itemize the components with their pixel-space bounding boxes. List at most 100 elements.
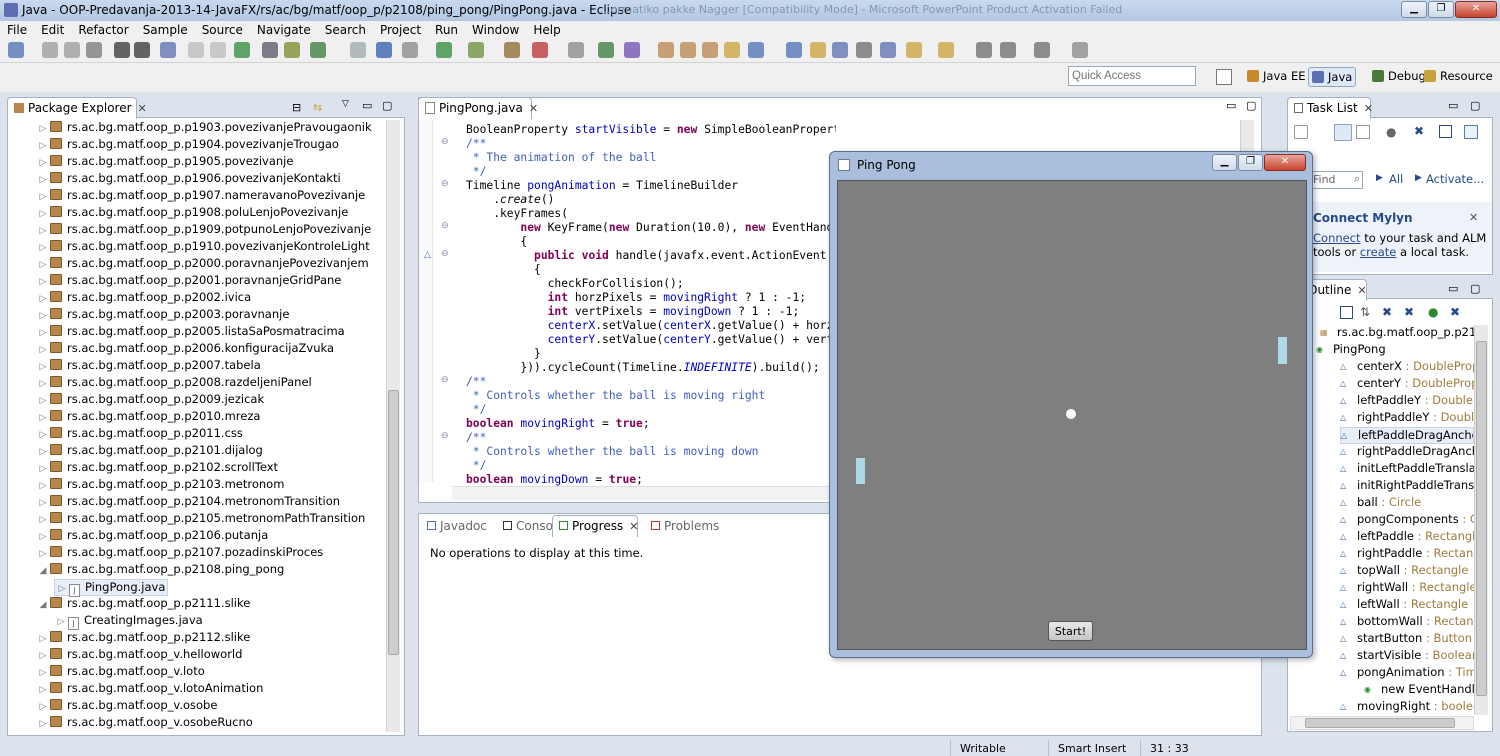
close-button[interactable]: ✕ xyxy=(1455,1,1497,18)
toolbar-button-icon[interactable] xyxy=(284,42,300,58)
maximize-view-icon[interactable]: ▢ xyxy=(1470,99,1480,112)
collapsed-arrow-icon[interactable]: ▷ xyxy=(36,294,50,304)
perspective-java[interactable]: Java xyxy=(1308,67,1357,87)
package-item[interactable]: ▷ rs.ac.bg.matf.oop_p.p2107.pozadinskiPro… xyxy=(36,545,324,562)
fold-icon[interactable]: ⊖ xyxy=(441,375,449,385)
maximize-button[interactable]: ❐ xyxy=(1428,1,1454,18)
collapsed-arrow-icon[interactable]: ▷ xyxy=(36,328,50,338)
toolbar-button-icon[interactable] xyxy=(1072,42,1088,58)
package-item[interactable]: ▷ rs.ac.bg.matf.oop_p.p2011.css xyxy=(36,426,243,443)
collapsed-arrow-icon[interactable]: ▷ xyxy=(36,243,50,253)
collapsed-arrow-icon[interactable]: ▷ xyxy=(36,430,50,440)
package-item[interactable]: ▷ rs.ac.bg.matf.oop_p.p2010.mreza xyxy=(36,409,261,426)
collapsed-arrow-icon[interactable]: ▷ xyxy=(36,345,50,355)
perspective-java-ee[interactable]: Java EE xyxy=(1244,67,1308,87)
package-item[interactable]: ▷ rs.ac.bg.matf.oop_v.osobeRucno xyxy=(36,715,253,732)
collapsed-arrow-icon[interactable]: ▷ xyxy=(36,413,50,423)
fold-icon[interactable]: ⊖ xyxy=(441,137,449,147)
toolbar-button-icon[interactable] xyxy=(724,42,740,58)
package-item[interactable]: ◢ rs.ac.bg.matf.oop_p.p2108.ping_pong xyxy=(36,562,285,579)
tab-problems[interactable]: Problems xyxy=(644,515,719,537)
menu-help[interactable]: Help xyxy=(526,21,567,37)
minimize-view-icon[interactable]: ▭ xyxy=(1226,99,1236,112)
menu-window[interactable]: Window xyxy=(465,21,526,37)
toolbar-button-icon[interactable] xyxy=(856,42,872,58)
toolbar-button-icon[interactable] xyxy=(234,42,250,58)
outline-item[interactable]: △ centerY : DoublePrope xyxy=(1340,376,1474,393)
outline-item[interactable]: △ rightPaddleY : Double xyxy=(1340,410,1474,427)
package-item[interactable]: ▷ rs.ac.bg.matf.oop_p.p2006.konfiguracija… xyxy=(36,341,334,358)
perspective-debug[interactable]: Debug xyxy=(1369,67,1429,87)
toolbar-button-icon[interactable] xyxy=(504,42,520,58)
outline-item[interactable]: △ centerX : DoublePrope xyxy=(1340,359,1474,376)
outline-item[interactable]: △ pongComponents : Gr xyxy=(1340,512,1474,529)
collapse-all-icon[interactable] xyxy=(1439,125,1452,138)
toolbar-button-icon[interactable] xyxy=(1000,42,1016,58)
fold-icon[interactable]: ⊖ xyxy=(441,249,449,259)
collapsed-arrow-icon[interactable]: ▷ xyxy=(36,498,50,508)
collapsed-arrow-icon[interactable]: ▷ xyxy=(36,277,50,287)
expanded-arrow-icon[interactable]: ◢ xyxy=(36,566,50,576)
outline-item[interactable]: ▷◉new EventHandle xyxy=(1364,682,1474,699)
open-perspective-icon[interactable] xyxy=(1216,69,1232,85)
menu-edit[interactable]: Edit xyxy=(34,21,71,37)
toolbar-button-icon[interactable] xyxy=(702,42,718,58)
toolbar-button-icon[interactable] xyxy=(86,42,102,58)
toolbar-button-icon[interactable] xyxy=(402,42,418,58)
toolbar-button-icon[interactable] xyxy=(658,42,674,58)
toolbar-button-icon[interactable] xyxy=(114,42,130,58)
collapsed-arrow-icon[interactable]: ▷ xyxy=(36,311,50,321)
toolbar-button-icon[interactable] xyxy=(210,42,226,58)
tab-pingpong-java[interactable]: PingPong.java ✕ xyxy=(418,97,538,119)
hide-local-types-icon[interactable]: ✖ xyxy=(1450,305,1460,319)
collapsed-arrow-icon[interactable]: ▷ xyxy=(54,617,68,627)
package-item[interactable]: ▷ rs.ac.bg.matf.oop_p.p2101.dijalog xyxy=(36,443,263,460)
menu-sample[interactable]: Sample xyxy=(136,21,195,37)
categorized-icon[interactable] xyxy=(1334,124,1352,141)
toolbar-button-icon[interactable] xyxy=(906,42,922,58)
fold-icon[interactable]: ⊖ xyxy=(441,179,449,189)
package-item[interactable]: ▷ rs.ac.bg.matf.oop_p.p2002.ivica xyxy=(36,290,252,307)
scheduled-icon[interactable] xyxy=(1356,125,1370,139)
package-item[interactable]: ▷ rs.ac.bg.matf.oop_p.p2009.jezicak xyxy=(36,392,265,409)
hide-nonpublic-icon[interactable]: ● xyxy=(1428,305,1438,319)
tab-package-explorer[interactable]: Package Explorer ✕ xyxy=(7,97,147,119)
hide-fields-icon[interactable]: ✖ xyxy=(1382,305,1392,319)
toolbar-button-icon[interactable] xyxy=(436,42,452,58)
menu-file[interactable]: File xyxy=(0,21,34,37)
toolbar-button-icon[interactable] xyxy=(624,42,640,58)
pingpong-close-button[interactable]: ✕ xyxy=(1264,154,1306,171)
collapsed-arrow-icon[interactable]: ▷ xyxy=(36,634,50,644)
package-item[interactable]: ▷ rs.ac.bg.matf.oop_p.p1903.povezivanjePr… xyxy=(36,120,372,137)
maximize-view-icon[interactable]: ▢ xyxy=(1470,282,1480,295)
menu-navigate[interactable]: Navigate xyxy=(250,21,318,37)
package-item[interactable]: ▷ rs.ac.bg.matf.oop_v.helloworld xyxy=(36,647,243,664)
toolbar-button-icon[interactable] xyxy=(810,42,826,58)
package-item[interactable]: ▷ rs.ac.bg.matf.oop_p.p1909.potpunoLenjoP… xyxy=(36,222,372,239)
tab-console[interactable]: Console xyxy=(496,515,564,537)
package-item[interactable]: ▷ rs.ac.bg.matf.oop_p.p1904.povezivanjeTr… xyxy=(36,137,339,154)
outline-item[interactable]: △ rightPaddleDragAnchor xyxy=(1340,444,1474,461)
connect-link[interactable]: Connect xyxy=(1313,231,1361,245)
collapsed-arrow-icon[interactable]: ▷ xyxy=(36,226,50,236)
toolbar-button-icon[interactable] xyxy=(880,42,896,58)
collapsed-arrow-icon[interactable]: ▷ xyxy=(55,584,69,594)
package-item[interactable]: ▷ rs.ac.bg.matf.oop_v.lotoAnimation xyxy=(36,681,264,698)
collapsed-arrow-icon[interactable]: ▷ xyxy=(36,719,50,729)
outline-item[interactable]: △ rightWall : Rectangle xyxy=(1340,580,1474,597)
close-icon[interactable]: ✕ xyxy=(138,102,147,115)
toolbar-button-icon[interactable] xyxy=(350,42,366,58)
collapsed-arrow-icon[interactable]: ▷ xyxy=(36,124,50,134)
outline-item[interactable]: ◉ PingPong xyxy=(1316,342,1474,359)
collapsed-arrow-icon[interactable]: ▷ xyxy=(36,379,50,389)
create-link[interactable]: create xyxy=(1360,245,1397,259)
package-item[interactable]: ▷ rs.ac.bg.matf.oop_p.p2003.poravnanje xyxy=(36,307,290,324)
synchronize-icon[interactable] xyxy=(1464,125,1478,139)
quick-access-input[interactable] xyxy=(1068,66,1196,86)
expanded-arrow-icon[interactable]: ◢ xyxy=(36,600,50,610)
toolbar-button-icon[interactable] xyxy=(568,42,584,58)
package-item[interactable]: ▷ rs.ac.bg.matf.oop_p.p2104.metronomTrans… xyxy=(36,494,341,511)
maximize-view-icon[interactable]: ▢ xyxy=(382,99,392,112)
toolbar-button-icon[interactable] xyxy=(160,42,176,58)
menu-search[interactable]: Search xyxy=(318,21,373,37)
